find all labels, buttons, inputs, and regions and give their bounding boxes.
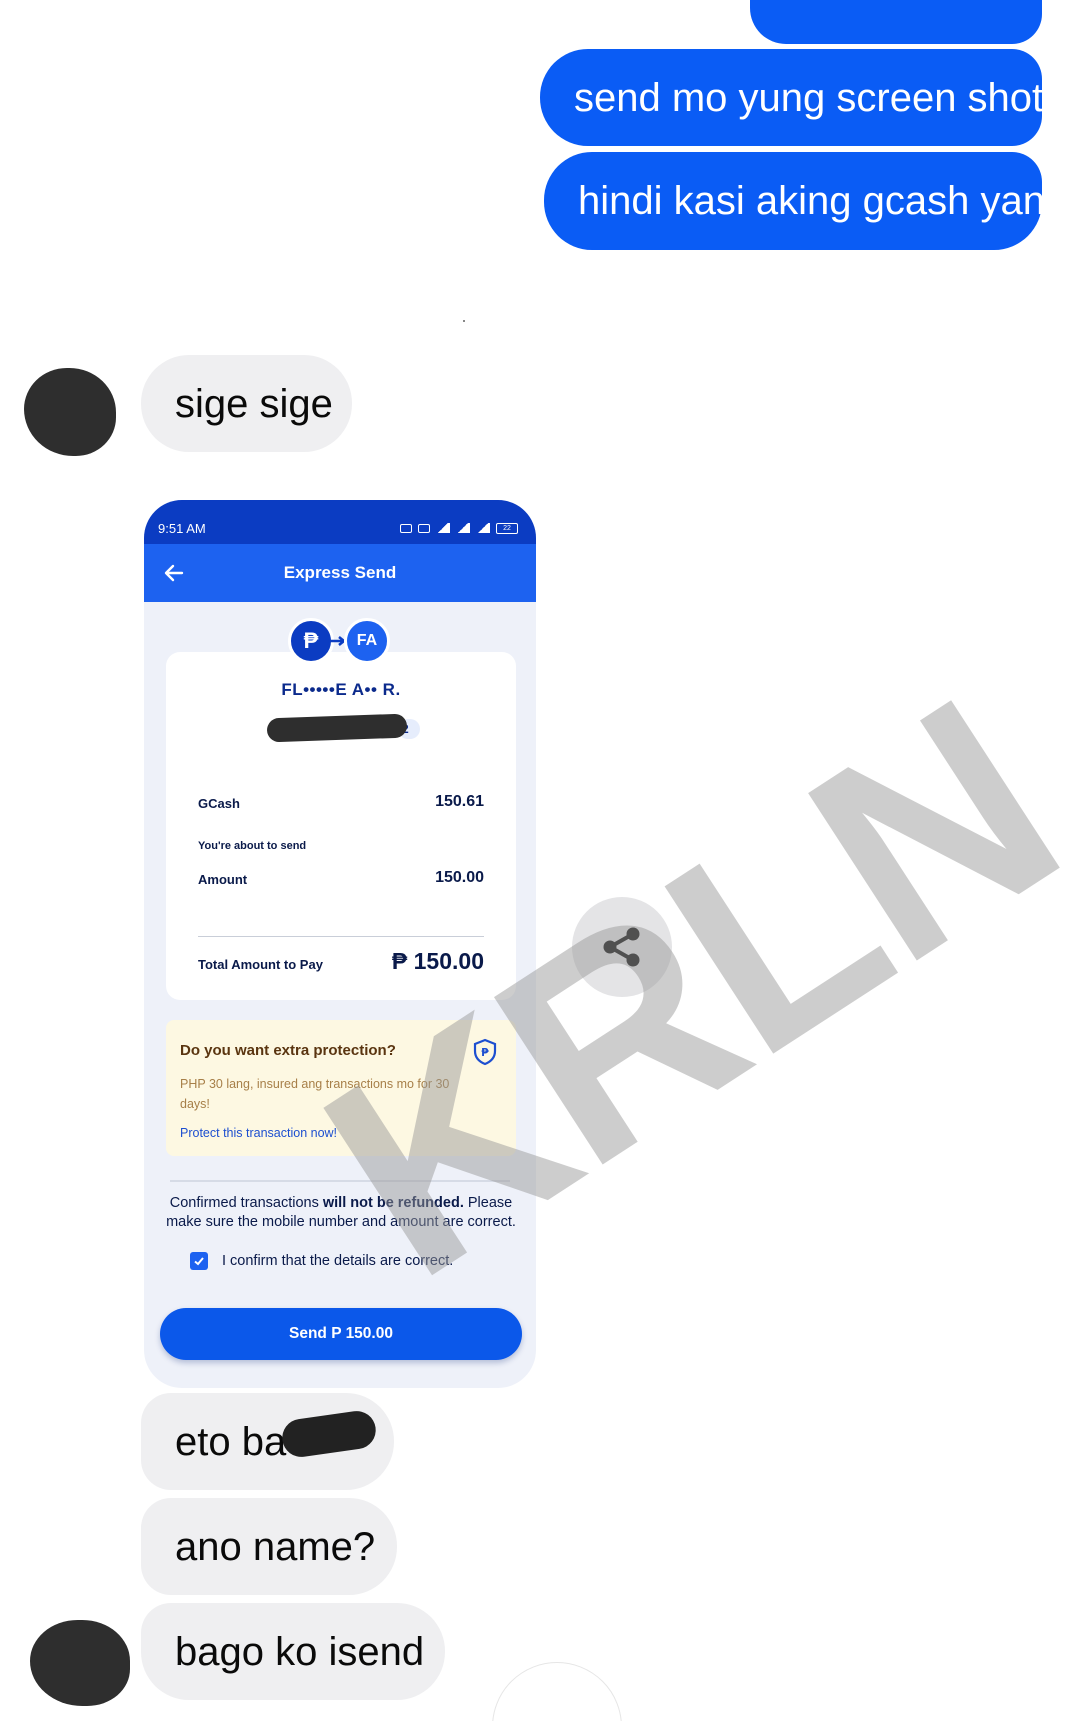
incoming-message[interactable]: sige sige xyxy=(141,355,352,452)
message-text: bago ko isend xyxy=(175,1629,425,1674)
recipient-name: FL•••••E A•• R. xyxy=(281,680,401,699)
gcash-label: GCash xyxy=(198,796,240,811)
gcash-balance: 150.61 xyxy=(435,793,484,810)
status-bar: 9:51 AM 22 xyxy=(144,500,536,544)
amount-value: 150.00 xyxy=(435,869,484,886)
sender-avatar[interactable] xyxy=(24,368,116,456)
outgoing-message[interactable]: hindi kasi aking gcash yan xyxy=(544,152,1045,250)
outgoing-message-partial[interactable] xyxy=(750,0,1042,44)
recipient-initials-badge: FA xyxy=(344,618,390,664)
sender-avatar[interactable] xyxy=(30,1620,130,1706)
message-text: send mo yung screen shot xyxy=(574,75,1044,120)
message-text: eto ba xyxy=(175,1419,287,1464)
redaction-scribble xyxy=(266,713,408,743)
arrow-left-icon[interactable] xyxy=(162,561,186,585)
floating-button-partial[interactable] xyxy=(492,1662,622,1721)
signal-icon xyxy=(456,523,470,533)
amount-label: Amount xyxy=(198,872,248,887)
message-text: hindi kasi aking gcash yan xyxy=(578,179,1045,223)
signal-icon xyxy=(476,523,490,533)
incoming-message[interactable]: ano name? xyxy=(141,1498,397,1595)
battery-icon: 22 xyxy=(496,522,518,534)
outgoing-message[interactable]: send mo yung screen shot xyxy=(540,49,1044,146)
total-label: Total Amount to Pay xyxy=(198,957,323,972)
divider xyxy=(198,936,484,937)
vibrate-icon xyxy=(400,523,412,533)
status-icons: 22 xyxy=(400,522,518,534)
about-to-send-label: You're about to send xyxy=(198,840,307,852)
message-text: ano name? xyxy=(175,1524,376,1569)
checkmark-icon xyxy=(194,1257,204,1266)
app-header: Express Send xyxy=(144,544,536,602)
chat-screen: send mo yung screen shot hindi kasi akin… xyxy=(0,0,1080,1721)
dot-artifact xyxy=(463,320,465,322)
nfc-icon xyxy=(418,523,430,533)
header-title: Express Send xyxy=(283,563,397,582)
status-time: 9:51 AM xyxy=(158,520,206,536)
transfer-badges: ₱ FA xyxy=(288,618,392,666)
message-text: sige sige xyxy=(175,381,333,426)
notice-part: Confirmed transactions xyxy=(169,1195,319,1211)
confirm-checkbox[interactable] xyxy=(190,1252,208,1270)
wifi-icon xyxy=(436,523,450,533)
incoming-message[interactable]: bago ko isend xyxy=(141,1603,445,1700)
